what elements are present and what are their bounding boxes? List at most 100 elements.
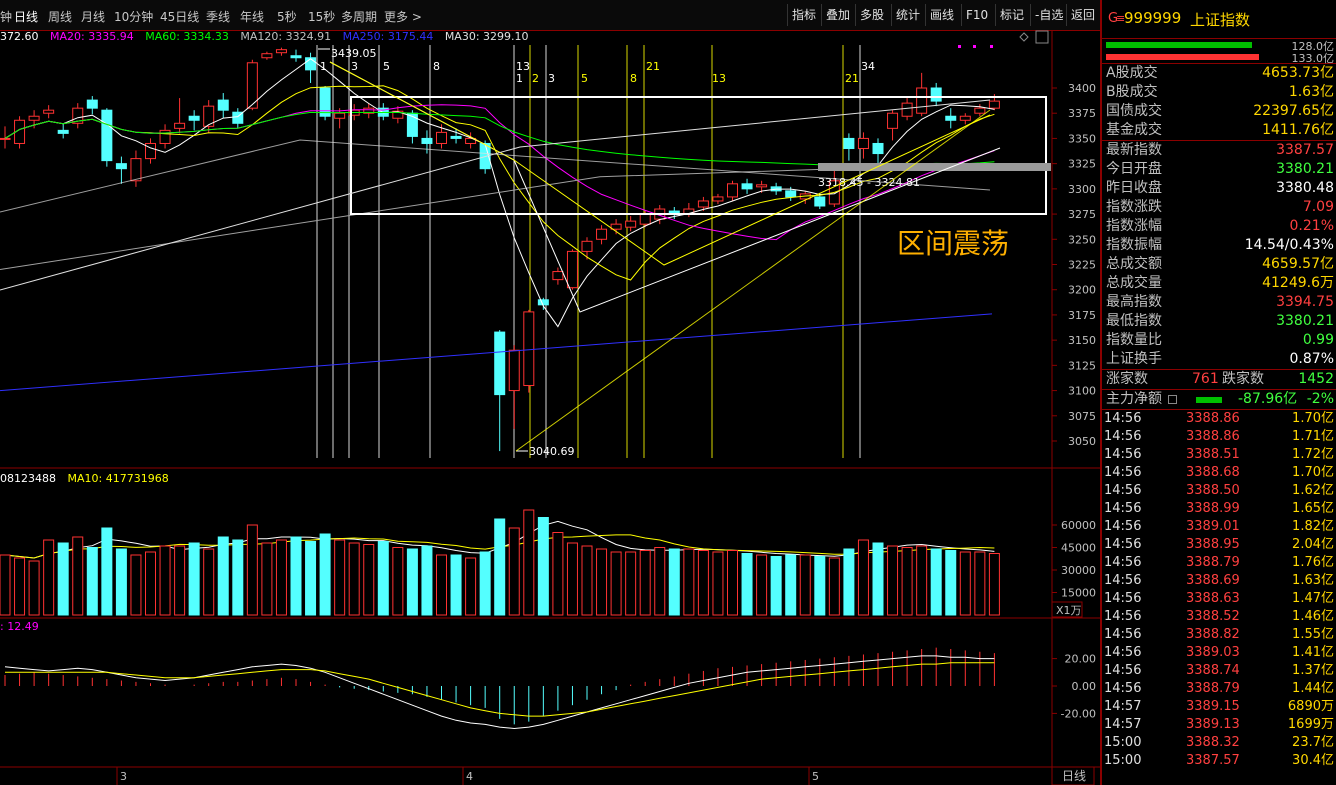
candle-down: [945, 115, 957, 121]
tick-row: 14:56 3388.69 1.63亿: [1104, 573, 1334, 588]
volume-bar-down: [86, 547, 98, 616]
quote-row: 指数量比 0.99: [1106, 332, 1334, 348]
tick-row: 15:00 3387.57 30.4亿: [1104, 753, 1334, 768]
volume-bar-up: [0, 554, 11, 616]
volume-bar-up: [683, 548, 695, 616]
diamond-icon: [1019, 32, 1029, 42]
index-quote: 最新指数 3387.57 今日开盘 3380.21 昨日收盘 3380.48 指数涨跌 7.0…: [1102, 141, 1336, 369]
volume-bar-down: [668, 548, 680, 616]
volume-bar-up: [261, 542, 273, 616]
price-tick-label: 3350: [1068, 132, 1096, 145]
price-tick-label: 3275: [1068, 208, 1096, 221]
volume-bar-up: [654, 547, 666, 616]
volume-bar-down: [537, 517, 549, 616]
candle-down: [217, 99, 229, 111]
tick-row: 14:56 3388.79 1.76亿: [1104, 555, 1334, 570]
volume-bar-up: [712, 551, 724, 616]
candle-up: [566, 250, 578, 289]
quote-row: 指数涨幅 0.21%: [1106, 218, 1334, 234]
price-tick-label: 3125: [1068, 359, 1096, 372]
volume-bar-down: [115, 548, 127, 616]
volume-bar-down: [232, 539, 244, 616]
volume-bar-down: [57, 542, 69, 616]
decliners: 1452: [1298, 371, 1334, 387]
main-flow-row: 主力净额 -87.96亿 -2%: [1106, 391, 1334, 407]
candle-down: [537, 299, 549, 306]
candle-up: [43, 109, 55, 114]
price-tick-label: 3175: [1068, 309, 1096, 322]
candle-down: [290, 55, 302, 59]
macd-tick-label: 20.00: [1065, 653, 1097, 666]
candle-up: [959, 115, 971, 121]
volume-bar-down: [494, 518, 506, 616]
volume-bar-up: [552, 532, 564, 616]
candle-down: [843, 137, 855, 150]
volume-bar-up: [159, 545, 171, 616]
volume-bar-up: [697, 550, 709, 616]
dot-icon: [973, 45, 976, 48]
candle-down: [305, 57, 317, 71]
candle-up: [974, 107, 986, 114]
candle-down: [814, 196, 826, 207]
macd-tick-label: 0.00: [1072, 680, 1097, 693]
list-icon[interactable]: [1168, 395, 1177, 404]
volume-bar-down: [319, 533, 331, 616]
volume-bar-up: [28, 560, 40, 616]
stock-name: 上证指数: [1190, 11, 1251, 29]
quote-row: 最新指数 3387.57: [1106, 142, 1334, 158]
range-box-label: 区间震荡: [897, 227, 1009, 260]
main-flow-value: -87.96亿: [1238, 391, 1298, 407]
tick-row: 14:56 3389.03 1.41亿: [1104, 645, 1334, 660]
stat-row: 基金成交 1411.76亿: [1106, 122, 1334, 138]
candle-up: [130, 158, 142, 182]
candle-up: [581, 240, 593, 252]
stock-code: 999999: [1124, 9, 1182, 27]
volume-bar-up: [799, 554, 811, 616]
candle-up: [639, 213, 651, 225]
volume-bar-down: [741, 553, 753, 616]
dot-icon: [958, 45, 961, 48]
tick-list[interactable]: 14:56 3388.86 1.70亿 14:56 3388.86 1.71亿 14:56 3…: [1102, 410, 1336, 770]
volume-bar-down: [290, 536, 302, 616]
volume-bar-up: [566, 542, 578, 616]
candle-up: [887, 112, 899, 129]
volume-bar-up: [974, 551, 986, 616]
ma30-line: [0, 99, 991, 291]
candle-down: [421, 137, 433, 144]
volume-bar-up: [145, 551, 156, 616]
volume-bar-up: [596, 548, 608, 616]
tick-row: 14:56 3388.86 1.70亿: [1104, 411, 1334, 426]
volume-bar-up: [174, 545, 186, 616]
volume-bar-up: [581, 545, 593, 616]
volume-bar-down: [770, 556, 782, 616]
chart-settings-icon: [1035, 30, 1049, 44]
stat-row: B股成交 1.63亿: [1106, 84, 1334, 100]
quote-header: G ≡ 999999 上证指数: [1102, 0, 1336, 39]
volume-bar-up: [334, 539, 346, 616]
volume-bar-up: [523, 509, 535, 616]
candle-up: [436, 131, 447, 144]
price-tick-label: 3300: [1068, 183, 1096, 196]
main-flow-pct: -2%: [1306, 391, 1334, 407]
quote-row: 最低指数 3380.21: [1106, 313, 1334, 329]
price-tick-label: 3050: [1068, 435, 1096, 448]
kline-chart[interactable]: 3400337533503325330032753250322532003175…: [0, 0, 1100, 785]
candle-up: [552, 271, 564, 281]
candle-up: [261, 53, 273, 59]
breadth-row: 涨家数 761 跌家数 1452: [1106, 371, 1334, 387]
candle-up: [159, 129, 171, 144]
fib-label: 1: [320, 60, 327, 73]
candle-up: [625, 220, 637, 228]
quote-row: 指数振幅 14.54/0.43%: [1106, 237, 1334, 253]
strength-bars: 128.0亿 133.0亿: [1102, 39, 1336, 65]
macd-tick-label: -20.00: [1061, 707, 1096, 720]
fib-label: 21: [845, 72, 859, 85]
volume-bar-up: [130, 554, 142, 616]
candle-up: [857, 137, 869, 150]
quote-row: 总成交量 41249.6万: [1106, 275, 1334, 291]
volume-bar-up: [275, 539, 287, 616]
price-tick-label: 3100: [1068, 385, 1096, 398]
volume-bar-down: [843, 548, 855, 616]
candle-up: [901, 102, 913, 117]
fib-label: 5: [383, 60, 390, 73]
